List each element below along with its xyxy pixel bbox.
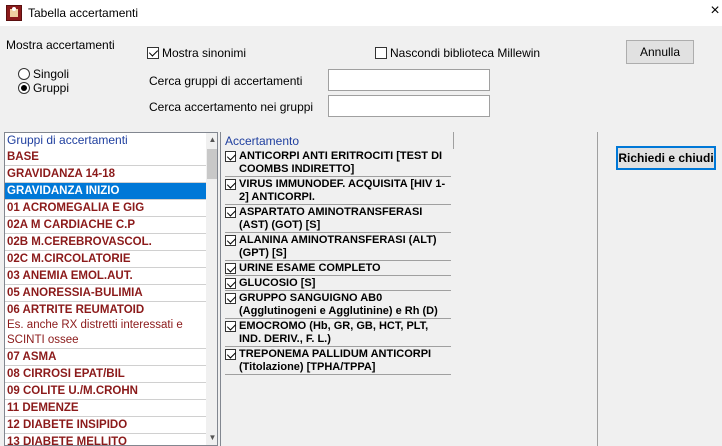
groups-list-header: Gruppi di accertamenti: [7, 133, 128, 147]
scroll-up-icon[interactable]: ▲: [206, 134, 217, 146]
radio-gruppi[interactable]: Gruppi: [18, 81, 69, 95]
annulla-button[interactable]: Annulla: [626, 40, 694, 64]
radio-singoli-circle[interactable]: [18, 68, 30, 80]
test-row[interactable]: EMOCROMO (Hb, GR, GB, HCT, PLT, IND. DER…: [225, 320, 451, 347]
test-row[interactable]: ASPARTATO AMINOTRANSFERASI (AST) (GOT) […: [225, 206, 451, 233]
test-row[interactable]: GLUCOSIO [S]: [225, 277, 451, 291]
title-bar: Tabella accertamenti ×: [0, 0, 722, 26]
group-item-label: 06 ARTRITE REUMATOID: [7, 304, 145, 316]
test-row[interactable]: ALANINA AMINOTRANSFERASI (ALT) (GPT) [S]: [225, 234, 451, 261]
test-label: VIRUS IMMUNODEF. ACQUISITA [HIV 1-2] ANT…: [239, 178, 446, 203]
cerca-gruppi-input[interactable]: [328, 69, 490, 91]
nascondi-biblioteca-box[interactable]: [375, 47, 387, 59]
test-checkbox[interactable]: [225, 263, 236, 274]
test-label: ASPARTATO AMINOTRANSFERASI (AST) (GOT) […: [239, 206, 423, 231]
group-item[interactable]: 03 ANEMIA EMOL.AUT.: [5, 268, 217, 285]
test-checkbox[interactable]: [225, 207, 236, 218]
group-item[interactable]: 02A M CARDIACHE C.P: [5, 217, 217, 234]
group-item[interactable]: 13 DIABETE MELLITO: [5, 434, 217, 445]
mostra-accertamenti-label: Mostra accertamenti: [6, 38, 115, 52]
group-item[interactable]: 02C M.CIRCOLATORIE: [5, 251, 217, 268]
test-checkbox[interactable]: [225, 278, 236, 289]
test-checkbox[interactable]: [225, 321, 236, 332]
group-item[interactable]: 05 ANORESSIA-BULIMIA: [5, 285, 217, 302]
group-item-selected[interactable]: GRAVIDANZA INIZIO: [5, 183, 217, 200]
group-item[interactable]: 01 ACROMEGALIA E GIG: [5, 200, 217, 217]
test-checkbox[interactable]: [225, 293, 236, 304]
header-separator: [453, 132, 454, 149]
mostra-sinonimi-label: Mostra sinonimi: [162, 46, 247, 60]
test-row[interactable]: GRUPPO SANGUIGNO AB0 (Agglutinogeni e Ag…: [225, 292, 451, 319]
nascondi-biblioteca-checkbox[interactable]: Nascondi biblioteca Millewin: [375, 46, 540, 60]
group-item[interactable]: BASE: [5, 149, 217, 166]
grid-border: [597, 132, 598, 446]
test-label: TREPONEMA PALLIDUM ANTICORPI (Titolazion…: [239, 348, 432, 373]
nascondi-biblioteca-label: Nascondi biblioteca Millewin: [390, 46, 541, 60]
radio-gruppi-circle[interactable]: [18, 82, 30, 94]
group-item[interactable]: 09 COLITE U./M.CROHN: [5, 383, 217, 400]
group-item[interactable]: 08 CIRROSI EPAT/BIL: [5, 366, 217, 383]
scroll-thumb[interactable]: [207, 149, 217, 179]
test-label: ALANINA AMINOTRANSFERASI (ALT) (GPT) [S]: [239, 234, 437, 259]
test-row[interactable]: VIRUS IMMUNODEF. ACQUISITA [HIV 1-2] ANT…: [225, 178, 451, 205]
group-item[interactable]: 11 DEMENZE: [5, 400, 217, 417]
test-label: GLUCOSIO [S]: [239, 277, 316, 289]
cerca-gruppi-label: Cerca gruppi di accertamenti: [149, 74, 303, 88]
tests-grid[interactable]: Accertamento ANTICORPI ANTI ERITROCITI […: [220, 132, 598, 446]
test-label: URINE ESAME COMPLETO: [239, 262, 381, 274]
group-item-artrite[interactable]: 06 ARTRITE REUMATOID Es. anche RX distre…: [5, 302, 217, 349]
cerca-accertamento-input[interactable]: [328, 95, 490, 117]
radio-gruppi-label: Gruppi: [33, 81, 70, 95]
group-item[interactable]: 07 ASMA: [5, 349, 217, 366]
test-checkbox[interactable]: [225, 179, 236, 190]
test-checkbox[interactable]: [225, 151, 236, 162]
mostra-sinonimi-checkbox[interactable]: Mostra sinonimi: [147, 46, 246, 60]
scroll-down-icon[interactable]: ▼: [206, 432, 217, 444]
test-row[interactable]: TREPONEMA PALLIDUM ANTICORPI (Titolazion…: [225, 348, 451, 375]
group-item[interactable]: 02B M.CEREBROVASCOL.: [5, 234, 217, 251]
test-label: ANTICORPI ANTI ERITROCITI [TEST DI COOMB…: [239, 150, 443, 175]
groups-scrollbar[interactable]: ▲ ▼: [206, 133, 217, 445]
test-row[interactable]: URINE ESAME COMPLETO: [225, 262, 451, 276]
cerca-accertamento-label: Cerca accertamento nei gruppi: [149, 100, 314, 114]
richiedi-e-chiudi-button[interactable]: Richiedi e chiudi: [616, 146, 716, 170]
dialog-body: Mostra accertamenti Singoli Gruppi Mostr…: [0, 26, 722, 446]
radio-singoli-label: Singoli: [33, 67, 70, 81]
app-icon: [6, 5, 22, 21]
group-item[interactable]: 12 DIABETE INSIPIDO: [5, 417, 217, 434]
group-item-note: Es. anche RX distretti interessati e SCI…: [7, 319, 183, 346]
test-label: GRUPPO SANGUIGNO AB0 (Agglutinogeni e Ag…: [239, 292, 438, 317]
mostra-sinonimi-box[interactable]: [147, 47, 159, 59]
test-checkbox[interactable]: [225, 349, 236, 360]
window-title: Tabella accertamenti: [28, 6, 139, 20]
tests-grid-header: Accertamento: [225, 134, 300, 148]
test-checkbox[interactable]: [225, 235, 236, 246]
radio-singoli[interactable]: Singoli: [18, 67, 69, 81]
test-row[interactable]: ANTICORPI ANTI ERITROCITI [TEST DI COOMB…: [225, 150, 451, 177]
groups-list[interactable]: Gruppi di accertamenti BASE GRAVIDANZA 1…: [4, 132, 218, 446]
group-item[interactable]: GRAVIDANZA 14-18: [5, 166, 217, 183]
test-label: EMOCROMO (Hb, GR, GB, HCT, PLT, IND. DER…: [239, 320, 429, 345]
close-icon[interactable]: ×: [708, 2, 722, 20]
